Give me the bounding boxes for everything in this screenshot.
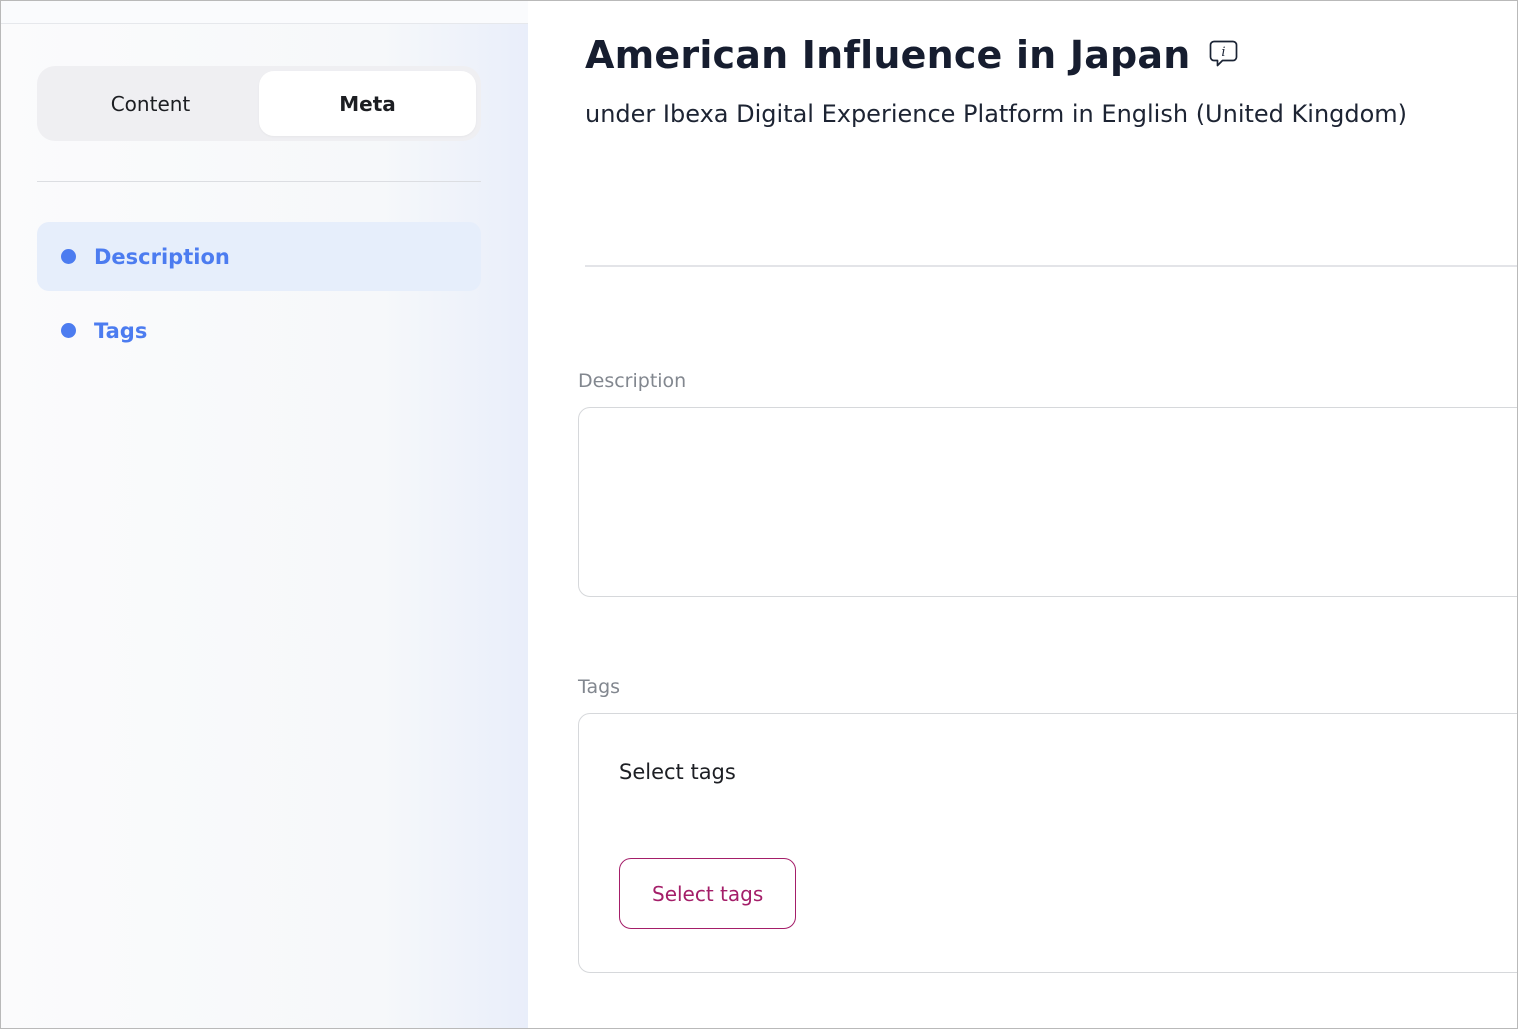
select-tags-button[interactable]: Select tags: [619, 858, 796, 929]
tab-content[interactable]: Content: [42, 71, 259, 136]
edit-main-area: American Influence in Japan i under Ibex…: [528, 1, 1517, 1028]
description-field-label: Description: [578, 370, 1518, 392]
sidebar-top-strip: [1, 1, 528, 24]
content-edit-page: Content Meta Description Tags American I…: [0, 0, 1518, 1029]
anchor-item-tags[interactable]: Tags: [37, 296, 481, 365]
svg-text:i: i: [1221, 45, 1225, 60]
sidebar-inner: Content Meta Description Tags: [1, 24, 528, 370]
tags-inner-label: Select tags: [619, 760, 1516, 784]
page-subtitle: under Ibexa Digital Experience Platform …: [585, 100, 1517, 128]
tab-meta[interactable]: Meta: [259, 71, 476, 136]
bullet-icon: [61, 323, 76, 338]
anchor-item-label: Description: [94, 245, 230, 269]
tags-field-label: Tags: [578, 676, 1518, 698]
description-field-section: Description: [578, 370, 1518, 597]
tags-field-section: Tags Select tags Select tags: [578, 676, 1518, 973]
description-textarea[interactable]: [578, 407, 1518, 597]
bullet-icon: [61, 249, 76, 264]
header-divider: [585, 265, 1517, 267]
edit-sidebar: Content Meta Description Tags: [1, 1, 528, 1028]
sidebar-divider: [37, 181, 481, 182]
info-tooltip-icon[interactable]: i: [1209, 40, 1239, 68]
page-header: American Influence in Japan i under Ibex…: [585, 33, 1517, 128]
content-meta-toggle: Content Meta: [37, 66, 481, 141]
anchor-menu: Description Tags: [37, 222, 481, 370]
page-title: American Influence in Japan: [585, 33, 1191, 77]
anchor-item-label: Tags: [94, 319, 147, 343]
anchor-item-description[interactable]: Description: [37, 222, 481, 291]
tags-field-box: Select tags Select tags: [578, 713, 1518, 973]
